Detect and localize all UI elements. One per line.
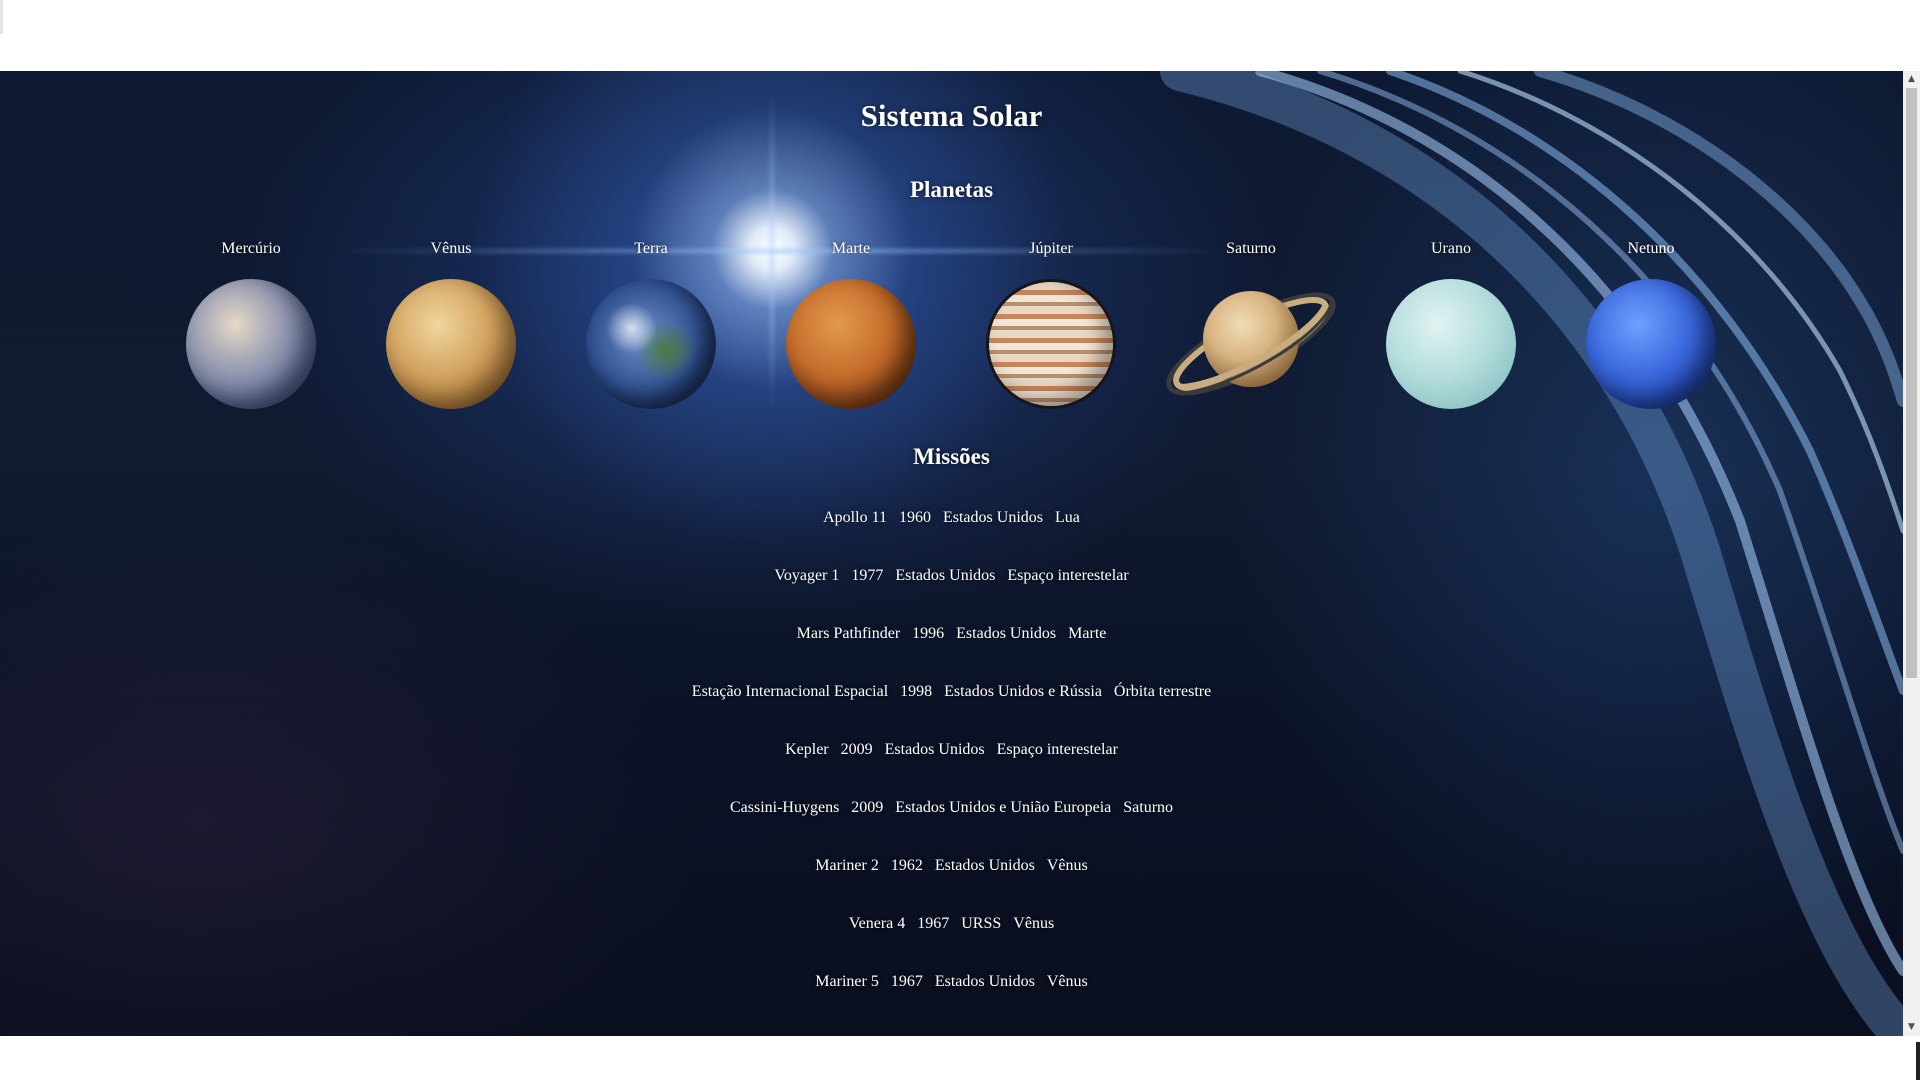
mission-name: Cassini-Huygens — [729, 799, 840, 816]
mission-country: Estados Unidos — [895, 567, 996, 584]
mission-country: Estados Unidos e Rússia — [944, 683, 1102, 700]
mission-year: 2009 — [851, 799, 884, 816]
mission-row: Apollo 11 1960 Estados Unidos Lua — [0, 508, 1903, 566]
scroll-down-arrow-icon[interactable]: ▼ — [1903, 1019, 1920, 1036]
planet-card-neptune: Netuno — [1551, 239, 1751, 409]
mission-target: Órbita terrestre — [1113, 683, 1212, 700]
page-title: Sistema Solar — [860, 98, 1043, 133]
uranus-image — [1386, 279, 1516, 409]
planet-name: Mercúrio — [221, 240, 281, 257]
venus-image — [386, 279, 516, 409]
mission-target: Vênus — [1046, 973, 1088, 990]
planet-name: Urano — [1431, 240, 1471, 257]
planet-card-uranus: Urano — [1351, 239, 1551, 409]
mission-target: Vênus — [1046, 857, 1088, 874]
missions-heading: Missões — [913, 444, 990, 469]
bottom-edge-mark — [1916, 1042, 1920, 1080]
mars-image — [786, 279, 916, 409]
scroll-thumb[interactable] — [1906, 88, 1917, 678]
mission-name: Mariner 2 — [815, 857, 879, 874]
mission-name: Mariner 5 — [815, 973, 879, 990]
mission-year: 1977 — [851, 567, 884, 584]
planet-name: Júpiter — [1029, 240, 1073, 257]
mission-year: 1998 — [900, 683, 933, 700]
planets-heading: Planetas — [909, 177, 994, 202]
mission-name: Voyager 1 — [774, 567, 840, 584]
vertical-scrollbar[interactable]: ▲ ▼ — [1903, 71, 1920, 1036]
planet-name: Marte — [831, 240, 871, 257]
mission-country: URSS — [961, 915, 1002, 932]
mission-target: Vênus — [1013, 915, 1055, 932]
planet-card-saturn: Saturno — [1151, 239, 1351, 419]
mission-country: Estados Unidos — [942, 509, 1043, 526]
mission-target: Lua — [1054, 509, 1080, 526]
earth-image — [586, 279, 716, 409]
mission-target: Saturno — [1123, 799, 1174, 816]
planet-card-jupiter: Júpiter — [951, 239, 1151, 409]
mission-name: Venera 4 — [848, 915, 906, 932]
mission-name: Mars Pathfinder — [796, 625, 901, 642]
mission-country: Estados Unidos — [934, 973, 1035, 990]
planet-card-mercury: Mercúrio — [151, 239, 351, 409]
mission-year: 1960 — [898, 509, 931, 526]
mission-target: Espaço interestelar — [1007, 567, 1129, 584]
page-viewport: Sistema Solar Planetas Mercúrio Vênus Te… — [0, 71, 1903, 1036]
planet-name: Terra — [634, 240, 668, 257]
mission-target: Espaço interestelar — [996, 741, 1118, 758]
mission-row: Venera 4 1967 URSS Vênus — [0, 914, 1903, 972]
planet-card-mars: Marte — [751, 239, 951, 409]
mission-row: Mariner 5 1967 Estados Unidos Vênus — [0, 972, 1903, 1030]
mission-year: 1962 — [890, 857, 923, 874]
mission-row: Kepler 2009 Estados Unidos Espaço intere… — [0, 740, 1903, 798]
mission-country: Estados Unidos — [884, 741, 985, 758]
mission-year: 2009 — [840, 741, 873, 758]
mission-year: 1996 — [912, 625, 945, 642]
mission-row: Mariner 2 1962 Estados Unidos Vênus — [0, 856, 1903, 914]
mission-name: Apollo 11 — [823, 509, 887, 526]
scroll-up-arrow-icon[interactable]: ▲ — [1903, 71, 1920, 88]
mission-country: Estados Unidos — [934, 857, 1035, 874]
planet-card-venus: Vênus — [351, 239, 551, 409]
planet-name: Netuno — [1627, 240, 1675, 257]
mission-country: Estados Unidos e União Europeia — [895, 799, 1112, 816]
mission-year: 1967 — [890, 973, 923, 990]
jupiter-image — [986, 279, 1116, 409]
mission-country: Estados Unidos — [956, 625, 1057, 642]
mission-row: Cassini-Huygens 2009 Estados Unidos e Un… — [0, 798, 1903, 856]
planet-name: Saturno — [1226, 240, 1276, 257]
planet-card-earth: Terra — [551, 239, 751, 409]
mercury-image — [186, 279, 316, 409]
browser-bottom-bar — [0, 1036, 1920, 1080]
planet-name: Vênus — [430, 240, 472, 257]
saturn-image — [1151, 269, 1351, 419]
top-bar-edge — [0, 0, 3, 34]
mission-name: Kepler — [785, 741, 829, 758]
mission-year: 1967 — [917, 915, 950, 932]
mission-row: Estação Internacional Espacial 1998 Esta… — [0, 682, 1903, 740]
neptune-image — [1586, 279, 1716, 409]
browser-top-bar — [0, 0, 1920, 71]
mission-row: Mars Pathfinder 1996 Estados Unidos Mart… — [0, 624, 1903, 682]
mission-target: Marte — [1068, 625, 1107, 642]
missions-list: Apollo 11 1960 Estados Unidos Lua Voyage… — [0, 508, 1903, 1030]
mission-row: Voyager 1 1977 Estados Unidos Espaço int… — [0, 566, 1903, 624]
mission-name: Estação Internacional Espacial — [691, 683, 889, 700]
